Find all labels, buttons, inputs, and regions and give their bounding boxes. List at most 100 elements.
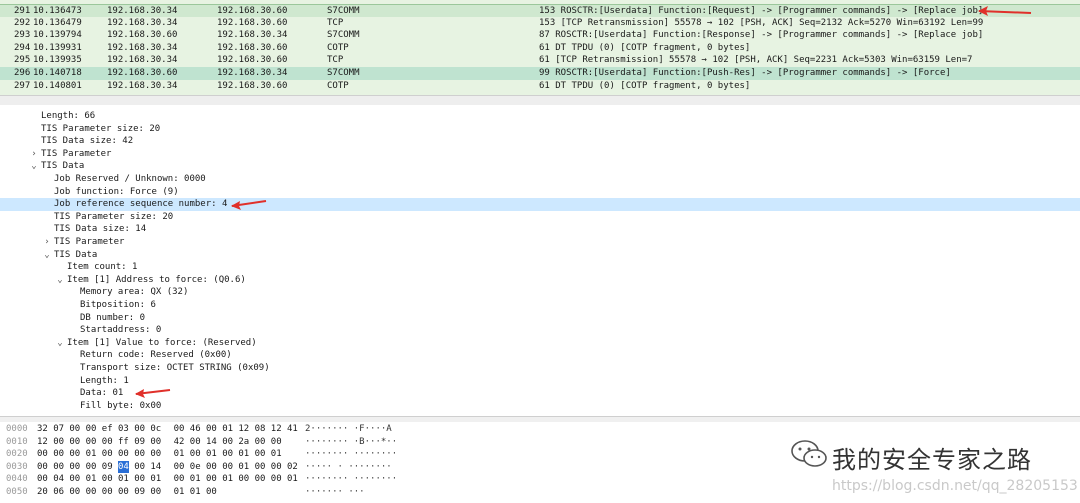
hex-byte[interactable]: 04	[53, 473, 64, 486]
hex-byte[interactable]: 01	[190, 486, 201, 499]
hex-byte[interactable]: 00	[134, 423, 145, 436]
hex-byte[interactable]: 01	[190, 473, 201, 486]
tree-row[interactable]: Item count: 1	[0, 261, 1080, 274]
tree-row[interactable]: Transport size: OCTET STRING (0x09)	[0, 362, 1080, 375]
hex-byte[interactable]: 00	[53, 461, 64, 474]
tree-row[interactable]: › TIS Parameter	[0, 236, 1080, 249]
packet-list[interactable]: 291 10.136473 192.168.30.34 192.168.30.60 S7…	[0, 0, 1080, 95]
hex-byte[interactable]: 01	[271, 448, 282, 461]
hex-byte[interactable]: 04	[118, 460, 129, 474]
packet-row[interactable]: 294 10.139931 192.168.30.34 192.168.30.60 CO…	[0, 41, 1080, 55]
tree-row[interactable]: Memory area: QX (32)	[0, 286, 1080, 299]
tree-row[interactable]: TIS Parameter size: 20	[0, 123, 1080, 136]
hex-ascii[interactable]: ········ ········	[305, 473, 397, 486]
hex-byte[interactable]: 00	[53, 436, 64, 449]
packet-details-tree[interactable]: Length: 66 TIS Parameter size: 20 TIS Data…	[0, 105, 1080, 416]
hex-byte[interactable]: 00	[37, 473, 48, 486]
tree-row[interactable]: TIS Data size: 42	[0, 135, 1080, 148]
hex-byte[interactable]: ef	[102, 423, 113, 436]
tree-row[interactable]: ⌄ Item [1] Address to force: (Q0.6)	[0, 274, 1080, 287]
hex-byte[interactable]: 00	[134, 461, 145, 474]
hex-byte[interactable]: 01	[222, 423, 233, 436]
hex-byte[interactable]: 00	[69, 486, 80, 499]
hex-byte[interactable]: 00	[102, 448, 113, 461]
hex-byte[interactable]: 00	[86, 436, 97, 449]
hex-byte[interactable]: 01	[238, 461, 249, 474]
tree-row[interactable]: DB number: 0	[0, 312, 1080, 325]
hex-byte[interactable]: 09	[102, 461, 113, 474]
hex-byte[interactable]: 02	[287, 461, 298, 474]
hex-byte[interactable]: 00	[222, 461, 233, 474]
hex-byte[interactable]: 2a	[238, 436, 249, 449]
tree-row[interactable]: Startaddress: 0	[0, 324, 1080, 337]
hex-byte[interactable]: 42	[174, 436, 185, 449]
hex-ascii[interactable]: 2······· ·F····A	[305, 423, 392, 436]
expand-chevron-icon[interactable]: ›	[29, 148, 39, 161]
hex-byte[interactable]: 00	[206, 461, 217, 474]
tree-row[interactable]: Length: 66	[0, 110, 1080, 123]
tree-row[interactable]: › TIS Parameter	[0, 148, 1080, 161]
hex-ascii[interactable]: ········ ·B···*··	[305, 436, 397, 449]
tree-row[interactable]: Job reference sequence number: 4	[0, 198, 1080, 211]
hex-byte[interactable]: 01	[174, 448, 185, 461]
hex-byte[interactable]: 00	[206, 473, 217, 486]
tree-row[interactable]: Return code: Reserved (0x00)	[0, 349, 1080, 362]
hex-byte[interactable]: 00	[134, 473, 145, 486]
packet-row[interactable]: 291 10.136473 192.168.30.34 192.168.30.60 S7…	[0, 4, 1080, 18]
hex-byte[interactable]: 00	[86, 423, 97, 436]
hex-byte[interactable]: 12	[37, 436, 48, 449]
tree-row[interactable]: TIS Data size: 14	[0, 223, 1080, 236]
hex-byte[interactable]: 00	[69, 461, 80, 474]
hex-byte[interactable]: 00	[150, 436, 161, 449]
collapse-chevron-icon[interactable]: ⌄	[29, 160, 39, 173]
hex-byte[interactable]: 00	[134, 448, 145, 461]
hex-byte[interactable]: 00	[53, 448, 64, 461]
hex-byte[interactable]: 01	[118, 473, 129, 486]
hex-byte[interactable]: 01	[206, 448, 217, 461]
hex-byte[interactable]: 00	[102, 436, 113, 449]
packet-row[interactable]: 293 10.139794 192.168.30.60 192.168.30.34 S7…	[0, 29, 1080, 42]
collapse-chevron-icon[interactable]: ⌄	[42, 249, 52, 262]
packet-row[interactable]: 296 10.140718 192.168.30.60 192.168.30.34 S7…	[0, 67, 1080, 80]
tree-row[interactable]: ⌄ TIS Data	[0, 160, 1080, 173]
hex-byte[interactable]: 00	[102, 486, 113, 499]
packet-row[interactable]: 297 10.140801 192.168.30.34 192.168.30.60 CO…	[0, 79, 1080, 93]
tree-row[interactable]: Fill byte: 0x00	[0, 400, 1080, 413]
expand-chevron-icon[interactable]: ›	[42, 236, 52, 249]
hex-byte[interactable]: 00	[174, 461, 185, 474]
hex-byte[interactable]: 00	[255, 436, 266, 449]
hex-byte[interactable]: 00	[206, 423, 217, 436]
hex-byte[interactable]: 00	[69, 436, 80, 449]
hex-byte[interactable]: 32	[37, 423, 48, 436]
hex-ascii[interactable]: ····· · ········	[305, 461, 392, 474]
hex-byte[interactable]: 09	[134, 486, 145, 499]
tree-row[interactable]: ⌄ TIS Data	[0, 249, 1080, 262]
hex-byte[interactable]: 00	[271, 473, 282, 486]
hex-byte[interactable]: 00	[86, 461, 97, 474]
hex-byte[interactable]: 00	[174, 473, 185, 486]
hex-byte[interactable]: 00	[222, 436, 233, 449]
hex-byte[interactable]: 00	[150, 448, 161, 461]
hex-byte[interactable]: 09	[134, 436, 145, 449]
hex-byte[interactable]: 00	[271, 461, 282, 474]
hex-byte[interactable]: ff	[118, 436, 129, 449]
hex-byte[interactable]: 01	[86, 448, 97, 461]
hex-byte[interactable]: 00	[190, 436, 201, 449]
hex-byte[interactable]: 00	[174, 423, 185, 436]
hex-byte[interactable]: 00	[222, 448, 233, 461]
hex-byte[interactable]: 01	[86, 473, 97, 486]
hex-byte[interactable]: 01	[174, 486, 185, 499]
hex-byte[interactable]: 14	[206, 436, 217, 449]
hex-byte[interactable]: 46	[190, 423, 201, 436]
hex-row[interactable]: 0000 32 07 00 00 ef 03 00 0c 00 46 00 01 12 08 12 41 2···…	[0, 423, 1080, 436]
hex-byte[interactable]: 41	[287, 423, 298, 436]
hex-byte[interactable]: 00	[86, 486, 97, 499]
hex-byte[interactable]: 00	[69, 473, 80, 486]
hex-byte[interactable]: 01	[222, 473, 233, 486]
hex-byte[interactable]: 00	[206, 486, 217, 499]
hex-byte[interactable]: 12	[271, 423, 282, 436]
hex-byte[interactable]: 0c	[150, 423, 161, 436]
tree-row[interactable]: Job Reserved / Unknown: 0000	[0, 173, 1080, 186]
packet-row[interactable]: 292 10.136479 192.168.30.34 192.168.30.60 TC…	[0, 16, 1080, 30]
tree-row[interactable]: ⌄ Item [1] Value to force: (Reserved)	[0, 337, 1080, 350]
